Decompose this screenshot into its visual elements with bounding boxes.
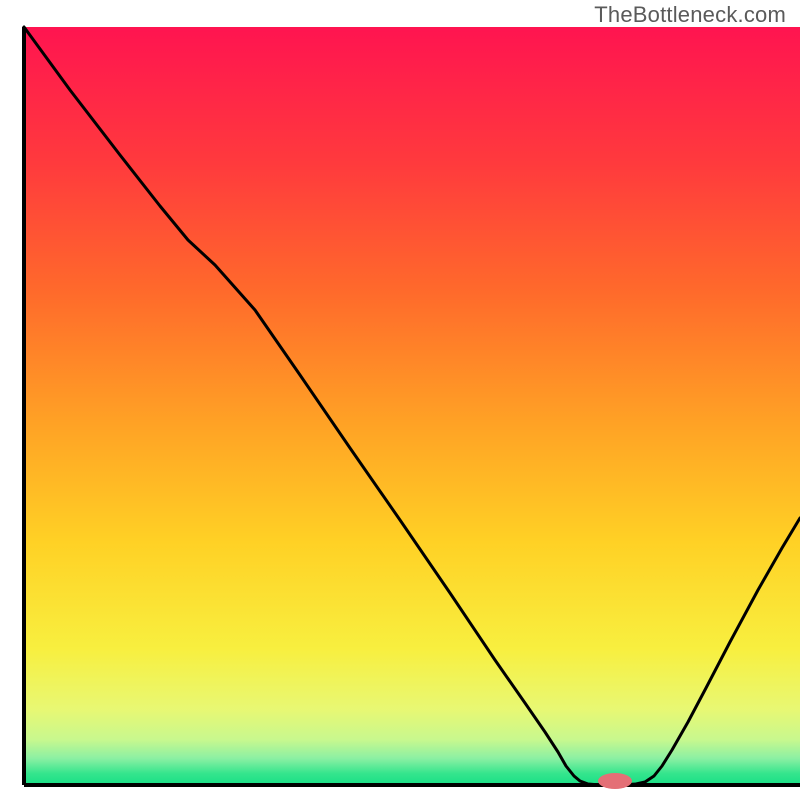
watermark-text: TheBottleneck.com bbox=[594, 2, 786, 28]
optimal-point-marker bbox=[598, 773, 632, 789]
chart-container: TheBottleneck.com bbox=[0, 0, 800, 800]
bottleneck-chart bbox=[0, 0, 800, 800]
plot-background bbox=[24, 27, 800, 785]
